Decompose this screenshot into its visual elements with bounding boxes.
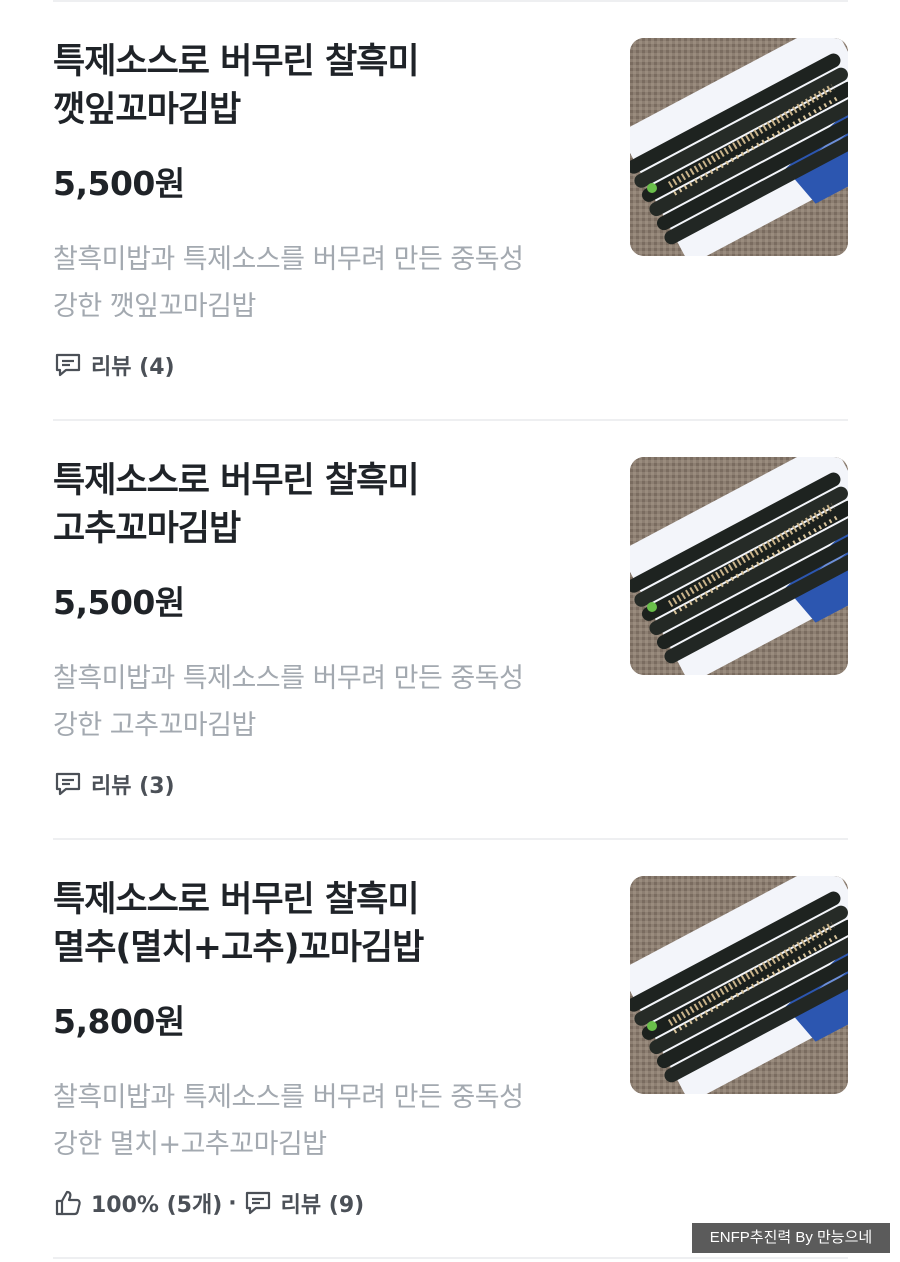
- product-image[interactable]: [630, 876, 848, 1094]
- description-line: 강한 깻잎꼬마김밥: [53, 291, 256, 322]
- product-item[interactable]: 특제소스로 버무린 찰흑미 깻잎꼬마김밥 5,500원 찰흑미밥과 특제소스를 …: [53, 2, 848, 419]
- description-line: 찰흑미밥과 특제소스를 버무려 만든 중독성: [53, 1082, 524, 1113]
- product-description: 찰흑미밥과 특제소스를 버무려 만든 중독성 강한 고추꼬마김밥: [53, 655, 593, 749]
- title-line: 깻잎꼬마김밥: [53, 90, 241, 130]
- thumbs-up-icon: [53, 1188, 83, 1218]
- description-line: 강한 멸치+고추꼬마김밥: [53, 1129, 327, 1160]
- meta-separator: ·: [228, 1190, 237, 1216]
- description-line: 찰흑미밥과 특제소스를 버무려 만든 중독성: [53, 244, 524, 275]
- product-image[interactable]: [630, 38, 848, 256]
- review-meta[interactable]: 100% (5개) · 리뷰 (9): [53, 1185, 364, 1221]
- like-rate: 100% (5개): [91, 1193, 223, 1218]
- title-line: 특제소스로 버무린 찰흑미: [53, 461, 420, 501]
- review-count: 리뷰 (9): [280, 1193, 365, 1218]
- watermark: ENFP추진력 By 만능으네: [692, 1223, 890, 1253]
- description-line: 강한 고추꼬마김밥: [53, 710, 256, 741]
- review-meta[interactable]: 리뷰 (4): [53, 347, 175, 383]
- product-image[interactable]: [630, 457, 848, 675]
- comment-icon: [243, 1188, 273, 1218]
- title-line: 멸추(멸치+고추)꼬마김밥: [53, 928, 424, 968]
- product-item[interactable]: 특제소스로 버무린 찰흑미 멸추(멸치+고추)꼬마김밥 5,800원 찰흑미밥과…: [53, 840, 848, 1257]
- review-count: 리뷰 (4): [91, 355, 175, 380]
- product-description: 찰흑미밥과 특제소스를 버무려 만든 중독성 강한 깻잎꼬마김밥: [53, 236, 593, 330]
- product-list: 특제소스로 버무린 찰흑미 깻잎꼬마김밥 5,500원 찰흑미밥과 특제소스를 …: [53, 0, 848, 1259]
- product-price: 5,800원: [53, 1002, 185, 1041]
- review-count: 리뷰 (3): [91, 774, 175, 799]
- product-item[interactable]: 특제소스로 버무린 찰흑미 고추꼬마김밥 5,500원 찰흑미밥과 특제소스를 …: [53, 421, 848, 838]
- title-line: 고추꼬마김밥: [53, 509, 241, 549]
- review-meta[interactable]: 리뷰 (3): [53, 766, 175, 802]
- title-line: 특제소스로 버무린 찰흑미: [53, 880, 420, 920]
- description-line: 찰흑미밥과 특제소스를 버무려 만든 중독성: [53, 663, 524, 694]
- product-title[interactable]: 특제소스로 버무린 찰흑미 고추꼬마김밥: [53, 457, 593, 553]
- product-title[interactable]: 특제소스로 버무린 찰흑미 깻잎꼬마김밥: [53, 38, 593, 134]
- product-description: 찰흑미밥과 특제소스를 버무려 만든 중독성 강한 멸치+고추꼬마김밥: [53, 1074, 593, 1168]
- comment-icon: [53, 350, 83, 380]
- product-price: 5,500원: [53, 583, 185, 622]
- product-price: 5,500원: [53, 164, 185, 203]
- divider: [53, 1257, 848, 1259]
- title-line: 특제소스로 버무린 찰흑미: [53, 42, 420, 82]
- product-title[interactable]: 특제소스로 버무린 찰흑미 멸추(멸치+고추)꼬마김밥: [53, 876, 593, 972]
- comment-icon: [53, 769, 83, 799]
